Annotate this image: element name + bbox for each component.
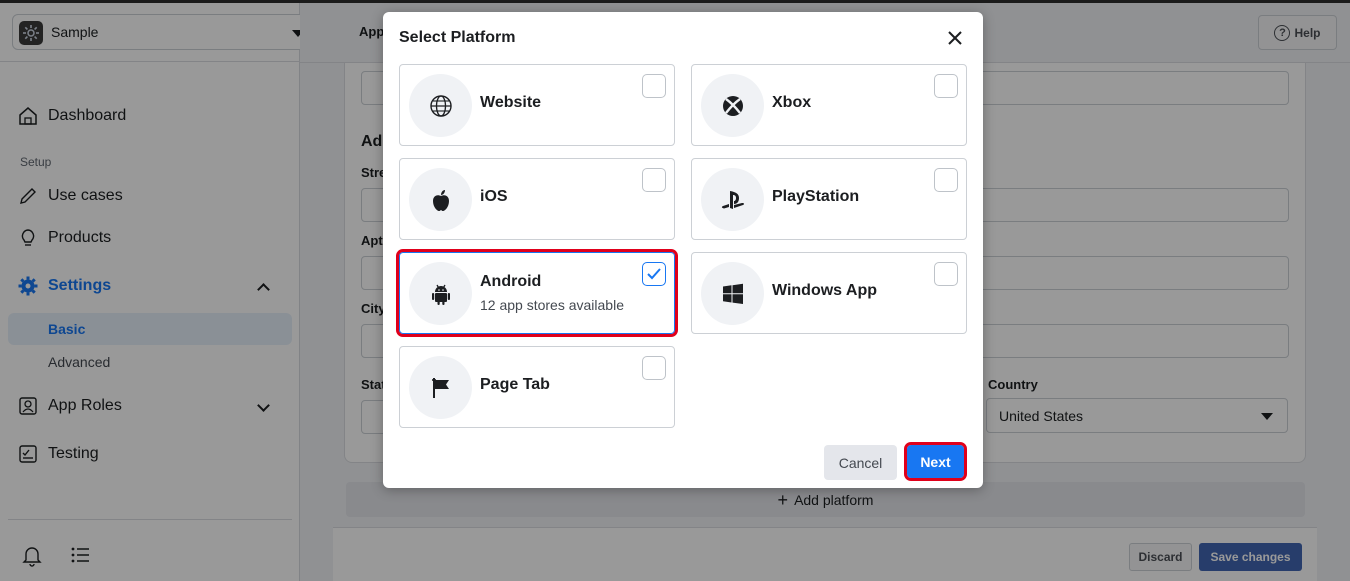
platform-checkbox[interactable] [934,168,958,192]
platform-name: Android [480,273,542,290]
platform-subtitle: 12 app stores available [480,297,624,313]
platform-name: PlayStation [772,188,860,205]
platform-tile-playstation[interactable]: PlayStation [691,158,967,240]
platform-name: Xbox [772,94,812,111]
checkmark-icon [647,268,661,280]
dialog-title: Select Platform [399,29,516,46]
close-icon[interactable] [943,26,967,50]
platform-name: Website [480,94,542,111]
platform-tile-website[interactable]: Website [399,64,675,146]
cancel-button[interactable]: Cancel [824,445,897,480]
platform-tile-android[interactable]: Android 12 app stores available [396,249,678,337]
platform-tile-ios[interactable]: iOS [399,158,675,240]
xbox-icon [701,74,764,137]
platform-checkbox[interactable] [934,74,958,98]
playstation-icon [701,168,764,231]
apple-icon [409,168,472,231]
platform-name: Page Tab [480,376,550,393]
platform-tile-page-tab[interactable]: Page Tab [399,346,675,428]
flag-icon [409,356,472,419]
platform-checkbox[interactable] [642,262,666,286]
platform-checkbox[interactable] [642,168,666,192]
next-button[interactable]: Next [904,442,967,481]
platform-name: iOS [480,188,508,205]
globe-icon [409,74,472,137]
platform-tile-xbox[interactable]: Xbox [691,64,967,146]
android-icon [409,262,472,325]
platform-checkbox[interactable] [642,74,666,98]
platform-tile-windows[interactable]: Windows App [691,252,967,334]
platform-checkbox[interactable] [642,356,666,380]
select-platform-dialog: Select Platform Website Xbox iOS PlaySta… [383,12,983,488]
platform-name: Windows App [772,282,878,299]
platform-checkbox[interactable] [934,262,958,286]
windows-icon [701,262,764,325]
